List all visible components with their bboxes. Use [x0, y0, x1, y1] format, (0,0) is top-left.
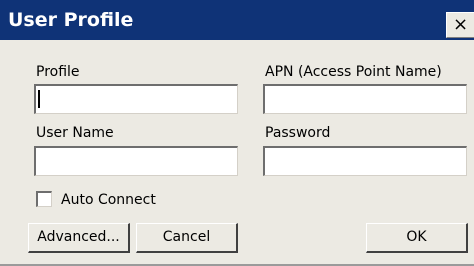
- dialog-title: User Profile: [8, 9, 134, 31]
- password-label: Password: [265, 125, 331, 141]
- title-bar: User Profile ×: [0, 0, 474, 40]
- username-label: User Name: [36, 125, 114, 141]
- profile-input[interactable]: [34, 84, 238, 114]
- username-input[interactable]: [34, 146, 238, 176]
- apn-input[interactable]: [263, 84, 467, 114]
- close-button[interactable]: ×: [446, 12, 474, 38]
- apn-label: APN (Access Point Name): [265, 64, 442, 80]
- auto-connect-label[interactable]: Auto Connect: [61, 191, 156, 209]
- user-profile-dialog: User Profile × Profile APN (Access Point…: [0, 0, 474, 266]
- close-icon: ×: [452, 14, 469, 35]
- auto-connect-checkbox[interactable]: [36, 191, 52, 207]
- password-input[interactable]: [263, 146, 467, 176]
- profile-label: Profile: [36, 64, 80, 80]
- cancel-button[interactable]: Cancel: [136, 223, 238, 253]
- text-caret: [38, 90, 40, 108]
- ok-button[interactable]: OK: [366, 223, 468, 253]
- advanced-button[interactable]: Advanced...: [28, 223, 130, 253]
